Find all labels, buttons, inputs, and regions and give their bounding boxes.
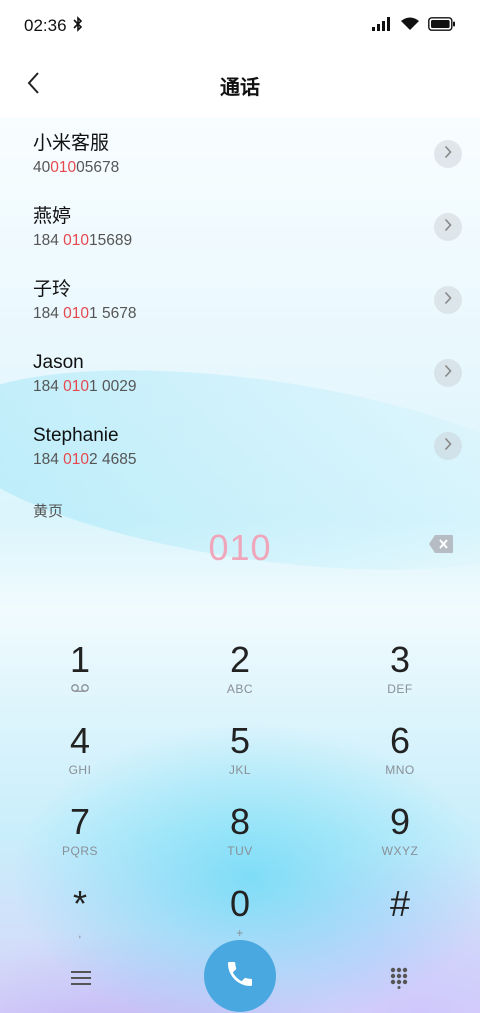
contact-number: 184 0101 5678 <box>33 305 137 322</box>
chevron-right-icon <box>444 291 452 310</box>
contact-detail-button[interactable] <box>434 359 462 387</box>
key-6[interactable]: 6 MNO <box>330 721 470 799</box>
key-4[interactable]: 4 GHI <box>10 721 150 799</box>
contact-detail-button[interactable] <box>434 286 462 314</box>
chevron-left-icon <box>26 71 40 100</box>
key-hash[interactable]: # <box>330 884 470 962</box>
wifi-icon <box>400 16 420 36</box>
contact-row[interactable]: Jason 184 0101 0029 <box>0 337 480 410</box>
contact-number: 184 0101 0029 <box>33 378 137 395</box>
contact-detail-button[interactable] <box>434 432 462 460</box>
status-time: 02:36 <box>24 16 67 35</box>
menu-icon <box>71 970 91 991</box>
back-button[interactable] <box>16 68 50 102</box>
contact-name: Stephanie <box>33 425 119 446</box>
contact-list: 小米客服 4001005678 燕婷 184 01015689 子玲 184 0… <box>0 118 480 483</box>
contact-number: 4001005678 <box>33 159 120 176</box>
battery-icon <box>428 16 456 36</box>
contact-row[interactable]: 小米客服 4001005678 <box>0 118 480 191</box>
bluetooth-icon <box>72 15 83 37</box>
contact-name: 燕婷 <box>33 206 72 227</box>
key-2[interactable]: 2 ABC <box>170 640 310 718</box>
chevron-right-icon <box>444 145 452 164</box>
key-5[interactable]: 5 JKL <box>170 721 310 799</box>
chevron-right-icon <box>444 364 452 383</box>
contact-name: 小米客服 <box>33 133 110 154</box>
contact-number: 184 0102 4685 <box>33 451 137 468</box>
chevron-right-icon <box>444 437 452 456</box>
contact-name: Jason <box>33 352 84 373</box>
dial-display: 010 <box>208 527 272 568</box>
phone-icon <box>224 958 256 995</box>
keypad-toggle-button[interactable] <box>380 962 418 998</box>
backspace-button[interactable] <box>428 534 454 556</box>
contact-row[interactable]: 子玲 184 0101 5678 <box>0 264 480 337</box>
key-star[interactable]: * , <box>10 884 150 962</box>
key-3[interactable]: 3 DEF <box>330 640 470 718</box>
key-1[interactable]: 1 <box>10 640 150 718</box>
contact-name: 子玲 <box>33 279 72 300</box>
key-7[interactable]: 7 PQRS <box>10 802 150 880</box>
contact-row[interactable]: 燕婷 184 01015689 <box>0 191 480 264</box>
menu-button[interactable] <box>62 962 100 998</box>
header: 通话 <box>0 52 480 118</box>
contact-detail-button[interactable] <box>434 213 462 241</box>
contact-detail-button[interactable] <box>434 140 462 168</box>
signal-icon <box>372 16 392 36</box>
chevron-right-icon <box>444 218 452 237</box>
contact-number: 184 01015689 <box>33 232 133 249</box>
key-9[interactable]: 9 WXYZ <box>330 802 470 880</box>
status-bar: 02:36 <box>0 0 480 52</box>
key-8[interactable]: 8 TUV <box>170 802 310 880</box>
voicemail-icon <box>71 682 89 696</box>
call-button[interactable] <box>204 940 276 1012</box>
backspace-icon <box>428 535 454 558</box>
keypad-icon <box>389 967 409 994</box>
page-title: 通话 <box>220 76 260 99</box>
yellow-pages-label[interactable]: 黄页 <box>33 500 63 521</box>
contact-row[interactable]: Stephanie 184 0102 4685 <box>0 410 480 483</box>
